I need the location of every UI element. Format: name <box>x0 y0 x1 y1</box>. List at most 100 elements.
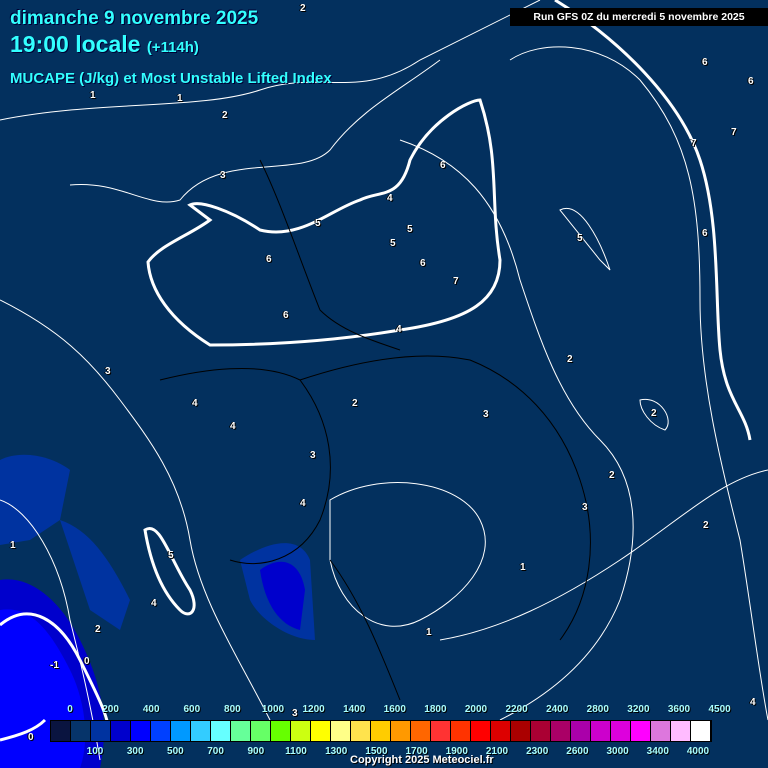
legend-label-top: 200 <box>102 704 119 715</box>
li-value-label: 7 <box>453 276 459 287</box>
legend-label-bottom: 100 <box>86 746 104 757</box>
legend-swatch <box>591 721 611 741</box>
lifted-index-contours <box>0 0 768 761</box>
li-value-label: 3 <box>105 366 111 377</box>
legend-swatch <box>51 721 71 741</box>
li-value-label: 3 <box>310 450 316 461</box>
legend-label-bottom: 4000 <box>686 746 710 757</box>
forecast-time: 19:00 locale (+114h) <box>10 31 199 58</box>
legend-swatch <box>231 721 251 741</box>
li-value-label: 5 <box>390 238 396 249</box>
legend-swatch <box>211 721 231 741</box>
legend-swatch <box>491 721 511 741</box>
legend-label-bottom: 700 <box>207 746 224 757</box>
li-value-label: 1 <box>177 93 183 104</box>
legend-label-bottom: 300 <box>126 746 144 757</box>
legend-label-top: 1800 <box>424 704 447 715</box>
legend-swatch <box>291 721 311 741</box>
legend-label-bottom: 2300 <box>526 746 549 757</box>
legend-swatch <box>311 721 331 741</box>
legend-label-top: 3200 <box>627 704 650 715</box>
li-value-label: 4 <box>300 498 306 509</box>
li-value-label: 7 <box>691 138 697 149</box>
legend-swatch <box>111 721 131 741</box>
li-value-label: 2 <box>609 470 615 481</box>
legend-label-top: 600 <box>183 704 201 715</box>
li-value-label: 6 <box>420 258 426 269</box>
li-value-label: 6 <box>440 160 446 171</box>
li-value-label: 6 <box>748 76 754 87</box>
li-thick-contours <box>0 0 752 742</box>
li-value-label: 6 <box>283 310 289 321</box>
legend-swatch <box>91 721 111 741</box>
li-value-label: 5 <box>407 224 413 235</box>
li-value-label: 6 <box>266 254 272 265</box>
li-value-label: 3 <box>483 409 489 420</box>
legend-label-bottom: 1300 <box>325 746 348 757</box>
li-value-label: 2 <box>222 110 228 121</box>
li-value-label: 0 <box>84 656 90 667</box>
legend-swatch <box>431 721 451 741</box>
li-value-label: 4 <box>151 598 157 609</box>
legend-swatch <box>251 721 271 741</box>
legend-swatch <box>71 721 91 741</box>
legend-swatch <box>571 721 591 741</box>
local-time: 19:00 locale <box>10 31 141 57</box>
li-value-label: 4 <box>750 697 756 708</box>
legend-swatch <box>371 721 391 741</box>
li-value-label: 3 <box>220 170 226 181</box>
li-value-label: 4 <box>192 398 198 409</box>
legend-swatch <box>191 721 211 741</box>
li-value-label: 2 <box>703 520 709 531</box>
legend-label-top: 2200 <box>505 704 528 715</box>
legend-swatch <box>271 721 291 741</box>
legend-label-bottom: 900 <box>247 746 265 757</box>
copyright: Copyright 2025 Meteociel.fr <box>350 754 494 766</box>
legend-swatch <box>631 721 651 741</box>
legend-swatch <box>171 721 191 741</box>
run-info: Run GFS 0Z du mercredi 5 novembre 2025 <box>510 8 768 26</box>
li-value-label: -1 <box>50 660 59 671</box>
legend-label-bottom: 3400 <box>646 746 669 757</box>
legend-swatch <box>151 721 171 741</box>
legend-label-top: 1400 <box>343 704 366 715</box>
legend-swatch <box>511 721 531 741</box>
legend-label-top: 400 <box>142 704 160 715</box>
legend-label-top: 1000 <box>261 704 285 715</box>
legend-label-top: 0 <box>67 704 73 715</box>
legend-swatch <box>131 721 151 741</box>
legend-label-bottom: 500 <box>167 746 184 757</box>
legend-swatch <box>451 721 471 741</box>
li-value-label: 0 <box>28 732 34 743</box>
forecast-date: dimanche 9 novembre 2025 <box>10 8 259 29</box>
li-value-label: 1 <box>426 627 432 638</box>
legend-swatch <box>391 721 411 741</box>
li-value-label: 4 <box>387 193 393 204</box>
legend-label-bottom: 2600 <box>566 746 589 757</box>
legend-label-top: 800 <box>224 704 241 715</box>
li-value-label: 2 <box>651 408 657 419</box>
weather-map <box>0 0 768 768</box>
legend-swatch <box>351 721 371 741</box>
parameter-title: MUCAPE (J/kg) et Most Unstable Lifted In… <box>10 70 332 87</box>
legend-label-top: 1600 <box>383 704 406 715</box>
legend-label-top: 2000 <box>464 704 488 715</box>
li-value-label: 6 <box>702 57 708 68</box>
legend-swatch <box>671 721 691 741</box>
legend-swatch <box>611 721 631 741</box>
li-value-label: 4 <box>230 421 236 432</box>
li-value-label: 2 <box>95 624 101 635</box>
legend-swatch <box>331 721 351 741</box>
legend-swatch <box>531 721 551 741</box>
li-value-label: 3 <box>292 708 298 719</box>
legend-label-bottom: 3000 <box>606 746 629 757</box>
li-value-label: 1 <box>520 562 526 573</box>
legend-label-top: 2800 <box>586 704 609 715</box>
li-value-label: 2 <box>567 354 573 365</box>
li-value-label: 2 <box>352 398 358 409</box>
li-value-label: 3 <box>582 502 588 513</box>
li-value-label: 6 <box>702 228 708 239</box>
li-value-label: 1 <box>90 90 96 101</box>
legend-label-top: 4500 <box>708 704 731 715</box>
legend-swatch <box>651 721 671 741</box>
